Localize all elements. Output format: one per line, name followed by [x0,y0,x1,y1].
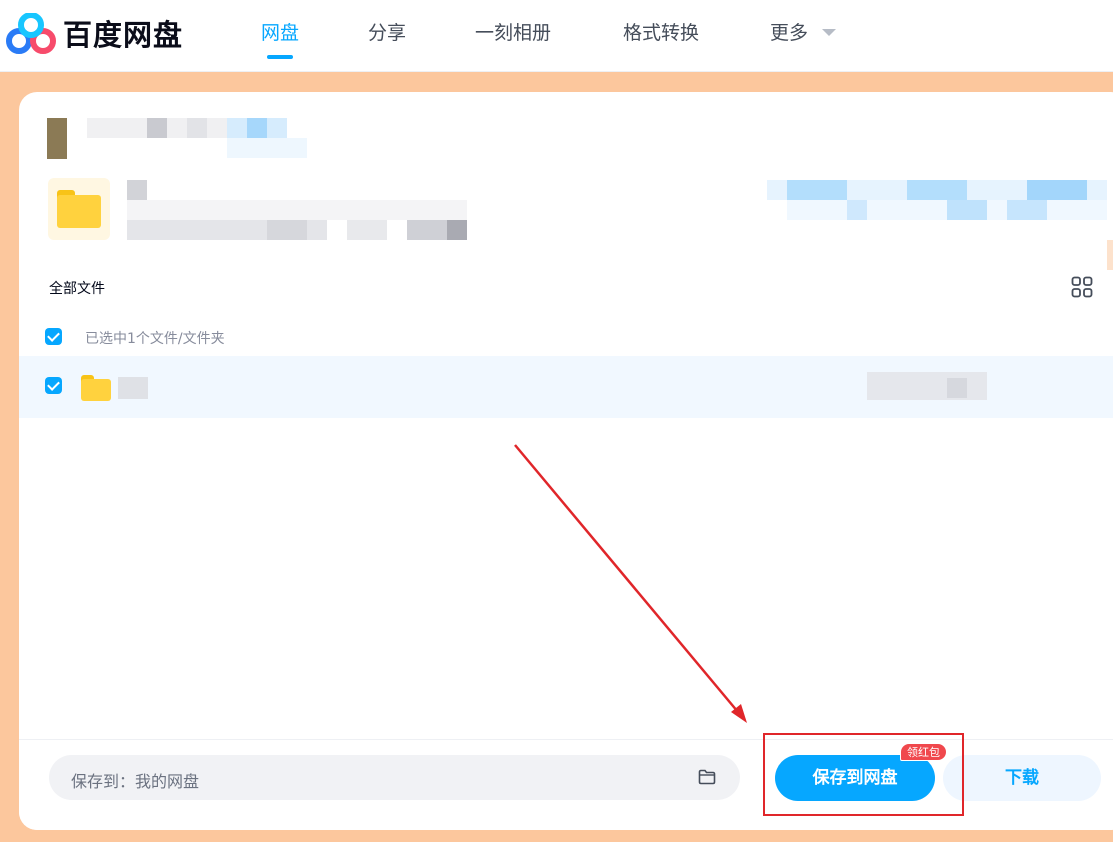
active-tab-indicator [267,55,293,59]
save-path-label: 保存到：我的网盘 [71,772,200,791]
redacted-file-name [118,377,148,399]
top-navigation-bar: 百度网盘 网盘 分享 一刻相册 格式转换 更多 [0,0,1113,72]
shared-folder-thumbnail [48,178,110,240]
nav-tab-format-convert[interactable]: 格式转换 [623,18,699,45]
brand-name[interactable]: 百度网盘 [63,12,183,54]
grid-view-icon[interactable] [1071,276,1093,298]
selection-count-text: 已选中1个文件/文件夹 [85,331,225,347]
file-row-checkbox[interactable] [45,377,62,394]
file-row[interactable] [19,356,1113,418]
nav-tab-netdisk[interactable]: 网盘 [261,18,299,45]
annotation-highlight-box [763,733,964,816]
baidu-netdisk-logo-icon[interactable] [6,13,56,55]
redacted-file-meta [867,372,987,400]
folder-icon [81,375,111,401]
save-path-selector[interactable]: 保存到：我的网盘 [49,755,740,800]
nav-tab-album[interactable]: 一刻相册 [475,18,551,45]
folder-outline-icon[interactable] [698,769,716,785]
download-button[interactable]: 下载 [943,755,1101,801]
nav-tab-more[interactable]: 更多 [770,18,808,45]
folder-icon [57,190,101,228]
all-files-title: 全部文件 [49,281,105,297]
select-all-checkbox[interactable] [45,328,62,345]
share-content-card: 全部文件 已选中1个文件/文件夹 保存到：我的网盘 保存到网盘 领红包 下载 [19,92,1113,830]
nav-tab-share[interactable]: 分享 [368,18,406,45]
caret-down-icon[interactable] [822,29,836,36]
